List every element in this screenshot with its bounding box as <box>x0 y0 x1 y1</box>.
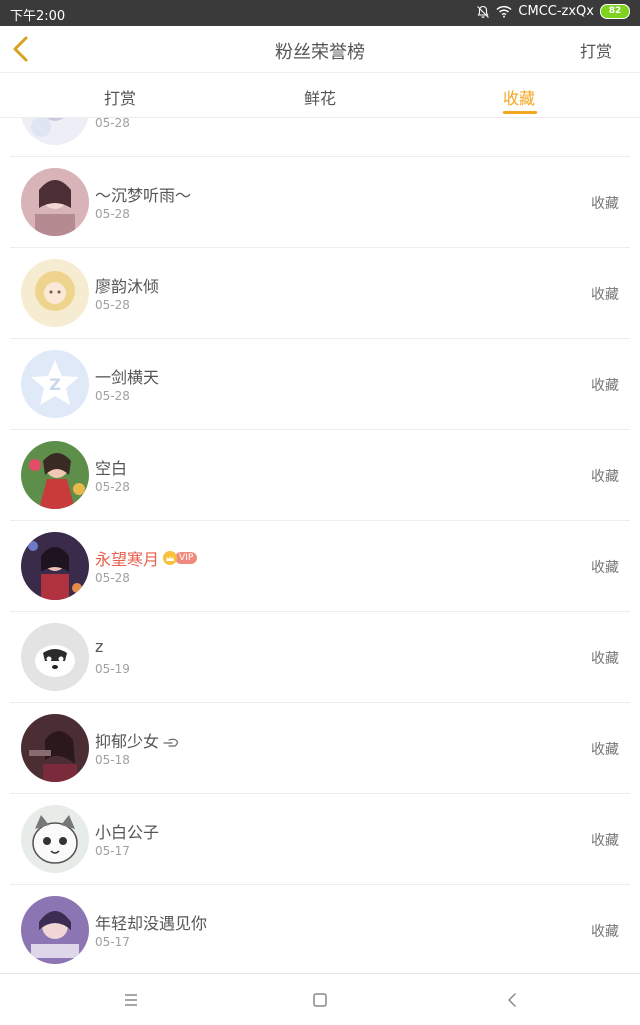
avatar <box>21 168 89 236</box>
item-action: 收藏 <box>591 833 619 849</box>
user-name: 小白公子 <box>95 823 160 842</box>
item-action: 收藏 <box>591 378 619 394</box>
list-item[interactable]: 永望寒月 VIP 05-28 收藏 <box>10 521 630 612</box>
system-nav-bar <box>0 973 640 1025</box>
item-date: 05-17 <box>95 844 130 858</box>
avatar <box>21 118 89 145</box>
home-button[interactable] <box>310 990 330 1010</box>
item-action: 收藏 <box>591 287 619 303</box>
item-action: 收藏 <box>591 651 619 667</box>
item-date: 05-28 <box>95 207 130 221</box>
tab-flowers[interactable]: 鲜花 <box>304 85 336 109</box>
square-home-icon <box>313 993 327 1007</box>
list-item[interactable]: 廖韵沐倾 05-28 收藏 <box>10 248 630 339</box>
carrier-label: CMCC-zxQx <box>518 4 594 19</box>
page-title: 粉丝荣誉榜 <box>275 42 365 63</box>
item-action: 收藏 <box>591 560 619 576</box>
item-date: 05-18 <box>95 753 130 767</box>
list-item[interactable]: 空白 05-28 收藏 <box>10 430 630 521</box>
back-triangle-icon <box>508 993 516 1007</box>
list-item[interactable]: 抑郁少女 05-18 收藏 <box>10 703 630 794</box>
user-name: ～沉梦听雨～ <box>95 186 192 205</box>
nav-back-button[interactable] <box>502 990 522 1010</box>
bell-muted-icon <box>476 5 490 19</box>
vip-badge: VIP <box>163 551 198 565</box>
item-action: 收藏 <box>591 196 619 212</box>
list-item[interactable]: Z 一剑横天 05-28 收藏 <box>10 339 630 430</box>
avatar: Z <box>21 350 89 418</box>
list-item[interactable]: 05-28 <box>10 118 630 157</box>
tab-favorites[interactable]: 收藏 <box>503 85 535 109</box>
tab-bar: 打赏 鲜花 收藏 <box>0 73 640 118</box>
user-name: 一剑横天 <box>95 368 160 387</box>
user-name: 年轻却没遇见你 <box>95 914 208 933</box>
item-date: 05-19 <box>95 662 130 676</box>
menu-button[interactable] <box>121 990 141 1010</box>
wifi-icon <box>496 5 512 18</box>
user-name: 永望寒月 <box>95 550 160 569</box>
list-item[interactable]: 年轻却没遇见你 05-17 收藏 <box>10 885 630 972</box>
list-item[interactable]: 小白公子 05-17 收藏 <box>10 794 630 885</box>
menu-icon <box>125 994 137 1006</box>
status-bar: 下午2:00 CMCC-zxQx 82 <box>0 0 640 26</box>
pointing-hand-icon <box>163 734 179 747</box>
user-name-row: 抑郁少女 <box>95 728 179 752</box>
item-date: 05-28 <box>95 571 130 585</box>
user-name: 抑郁少女 <box>95 732 160 751</box>
svg-text:Z: Z <box>49 375 61 394</box>
avatar <box>21 532 89 600</box>
reward-button[interactable]: 打赏 <box>580 38 612 62</box>
fan-list[interactable]: 05-28 ～沉梦听雨～ 05-28 收藏 廖韵沐倾 05-28 收藏 Z 一剑… <box>0 118 640 972</box>
item-date: 05-17 <box>95 935 130 949</box>
item-action: 收藏 <box>591 469 619 485</box>
vip-label: VIP <box>175 552 198 564</box>
avatar <box>21 623 89 691</box>
user-name: z <box>95 637 104 656</box>
user-name-vip: 永望寒月 VIP <box>95 546 198 570</box>
item-date: 05-28 <box>95 389 130 403</box>
battery-indicator: 82 <box>600 4 630 19</box>
crown-icon <box>163 551 178 565</box>
avatar <box>21 805 89 873</box>
item-action: 收藏 <box>591 924 619 940</box>
list-item[interactable]: ～沉梦听雨～ 05-28 收藏 <box>10 157 630 248</box>
item-date: 05-28 <box>95 118 130 130</box>
active-tab-indicator <box>503 111 537 114</box>
item-date: 05-28 <box>95 480 130 494</box>
list-item[interactable]: z 05-19 收藏 <box>10 612 630 703</box>
app-header: 粉丝荣誉榜 打赏 <box>0 26 640 73</box>
avatar <box>21 896 89 964</box>
user-name: 空白 <box>95 459 128 478</box>
avatar <box>21 441 89 509</box>
item-date: 05-28 <box>95 298 130 312</box>
avatar <box>21 714 89 782</box>
item-action: 收藏 <box>591 742 619 758</box>
user-name: 廖韵沐倾 <box>95 277 160 296</box>
avatar <box>21 259 89 327</box>
tab-reward[interactable]: 打赏 <box>104 85 136 109</box>
status-time: 下午2:00 <box>10 9 66 24</box>
status-right: CMCC-zxQx 82 <box>476 4 630 19</box>
